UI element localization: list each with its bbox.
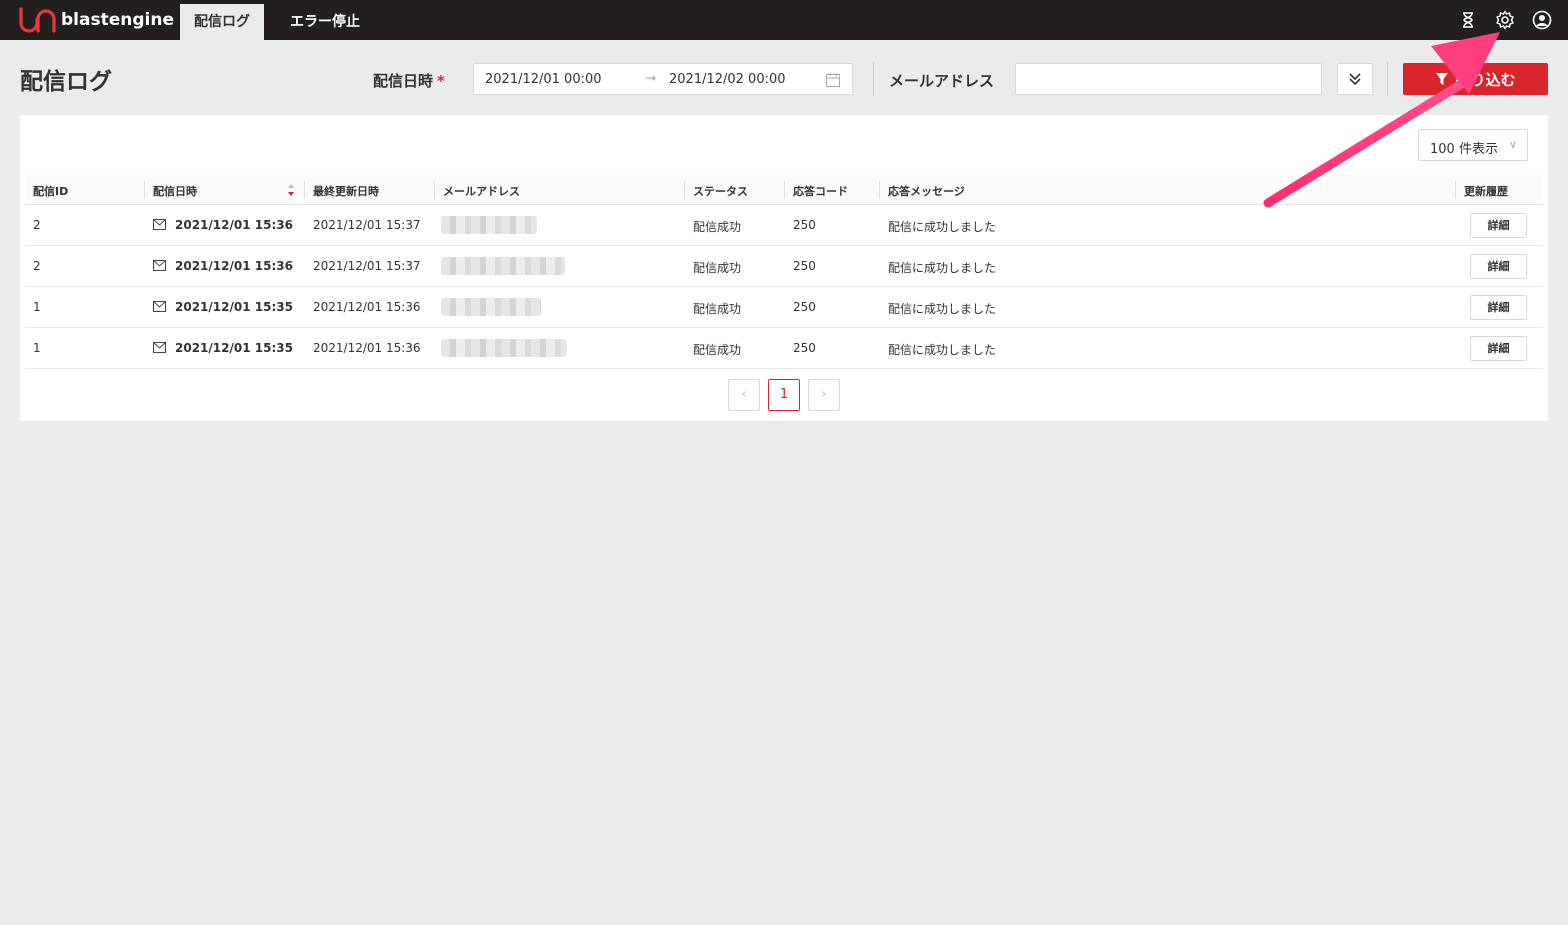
cell-message: 配信に成功しました [888, 343, 997, 357]
col-response-code: 応答コード [793, 185, 848, 198]
email-label: メールアドレス [889, 72, 995, 90]
table-row: 1 2021/12/01 15:35 2021/12/01 15:36 配信成功… [25, 328, 1543, 369]
col-separator [684, 181, 685, 199]
sort-icon[interactable] [287, 182, 295, 198]
col-separator [144, 181, 145, 199]
col-updated-at: 最終更新日時 [313, 185, 379, 198]
cell-code: 250 [793, 341, 816, 355]
date-label: 配信日時 * [373, 70, 445, 91]
required-mark: * [437, 72, 445, 90]
page-title: 配信ログ [20, 69, 112, 95]
cell-updated-at: 2021/12/01 15:36 [313, 300, 421, 314]
brand-name: blastengine [61, 10, 174, 30]
col-separator [434, 181, 435, 199]
col-email: メールアドレス [443, 185, 520, 198]
cell-id: 1 [33, 341, 41, 355]
cell-message: 配信に成功しました [888, 261, 997, 275]
col-separator [304, 181, 305, 199]
cell-sent-at: 2021/12/01 15:36 [175, 259, 293, 273]
mail-icon [153, 342, 166, 353]
cell-updated-at: 2021/12/01 15:37 [313, 218, 421, 232]
cell-updated-at: 2021/12/01 15:37 [313, 259, 421, 273]
cell-sent-at: 2021/12/01 15:35 [175, 300, 293, 314]
col-sent-at[interactable]: 配信日時 [153, 183, 197, 199]
mail-icon [153, 219, 166, 230]
blurred-email [441, 298, 541, 316]
date-to[interactable]: 2021/12/02 00:00 [669, 72, 786, 87]
tab-error-stop[interactable]: エラー停止 [276, 4, 374, 40]
brand-logo[interactable]: blastengine [18, 6, 174, 34]
calendar-icon[interactable] [825, 72, 841, 88]
cell-code: 250 [793, 218, 816, 232]
prev-page-button[interactable]: ‹ [728, 379, 760, 411]
detail-button[interactable]: 詳細 [1470, 295, 1527, 320]
col-separator [879, 181, 880, 199]
next-page-button[interactable]: › [808, 379, 840, 411]
table-row: 2 2021/12/01 15:36 2021/12/01 15:37 配信成功… [25, 246, 1543, 287]
cell-status: 配信成功 [693, 302, 742, 316]
date-range-picker[interactable]: 2021/12/01 00:00 → 2021/12/02 00:00 [473, 63, 853, 95]
cell-updated-at: 2021/12/01 15:36 [313, 341, 421, 355]
cell-code: 250 [793, 300, 816, 314]
cell-status: 配信成功 [693, 220, 742, 234]
col-separator [784, 181, 785, 199]
table-row: 1 2021/12/01 15:35 2021/12/01 15:36 配信成功… [25, 287, 1543, 328]
cell-id: 2 [33, 218, 41, 232]
page-1-button[interactable]: 1 [768, 379, 800, 411]
cell-message: 配信に成功しました [888, 220, 997, 234]
blurred-email [441, 216, 537, 234]
blurred-email [441, 339, 567, 357]
cell-message: 配信に成功しました [888, 302, 997, 316]
cell-id: 2 [33, 259, 41, 273]
cell-sent-at: 2021/12/01 15:36 [175, 218, 293, 232]
tab-delivery-log[interactable]: 配信ログ [180, 4, 264, 40]
blurred-email [441, 257, 565, 275]
date-from[interactable]: 2021/12/01 00:00 [485, 72, 602, 87]
mail-icon [153, 301, 166, 312]
cell-code: 250 [793, 259, 816, 273]
detail-button[interactable]: 詳細 [1470, 254, 1527, 279]
cell-status: 配信成功 [693, 261, 742, 275]
cell-id: 1 [33, 300, 41, 314]
col-status: ステータス [693, 185, 748, 198]
date-label-text: 配信日時 [373, 72, 434, 90]
filter-divider [873, 62, 874, 96]
col-response-message: 応答メッセージ [888, 185, 965, 198]
col-delivery-id[interactable]: 配信ID [33, 183, 68, 199]
annotation-arrow [1263, 32, 1500, 208]
logo-icon [19, 7, 56, 33]
date-range-arrow: → [646, 71, 657, 85]
cell-status: 配信成功 [693, 343, 742, 357]
mail-icon [153, 260, 166, 271]
detail-button[interactable]: 詳細 [1470, 336, 1527, 361]
cell-sent-at: 2021/12/01 15:35 [175, 341, 293, 355]
